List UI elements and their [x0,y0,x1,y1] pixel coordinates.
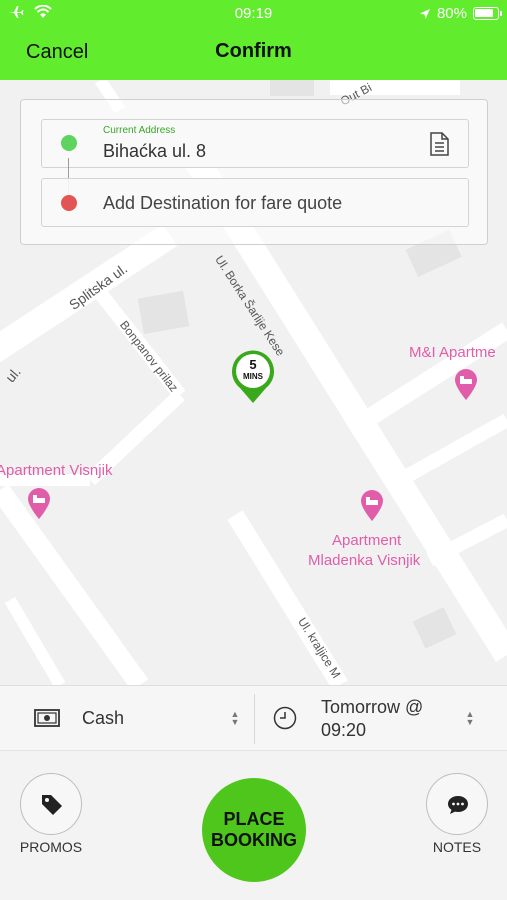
action-area: PROMOS PLACE BOOKING NOTES [0,751,507,900]
promos-button[interactable] [20,773,82,835]
pickup-time[interactable]: Tomorrow @ 09:20 [321,696,451,742]
place-booking-button[interactable]: PLACE BOOKING [202,778,306,882]
document-icon[interactable] [428,132,450,156]
promos-label: PROMOS [19,839,83,855]
header: 09:19 80% Cancel Confirm [0,0,507,80]
pickup-address-row[interactable]: Current Address Bihaćka ul. 8 [41,119,469,168]
tag-icon [42,795,62,815]
eta-marker: 5 MINS [230,348,276,404]
bed-icon[interactable] [359,488,385,522]
poi-label-apartment-visnjik: Apartment Visnjik [0,462,113,479]
pickup-value: Bihaćka ul. 8 [103,141,207,161]
page-title: Confirm [215,40,292,62]
destination-row[interactable]: Add Destination for fare quote [41,178,469,227]
battery-percent: 80% [436,5,467,22]
notes-button[interactable] [426,773,488,835]
location-arrow-icon [419,8,430,19]
place-booking-line1: PLACE [223,809,285,829]
notes-label: NOTES [432,839,482,855]
chat-icon [448,796,468,814]
place-booking-line2: BOOKING [210,830,297,850]
destination-dot [61,195,77,211]
bed-icon[interactable] [26,486,52,520]
divider [254,694,255,744]
pickup-time-line1: Tomorrow @ [321,697,424,717]
battery-icon [473,7,502,20]
payment-chevron-icon[interactable]: ▲ ▼ [230,710,240,728]
pickup-dot [61,135,77,151]
eta-unit: MINS [243,372,263,381]
address-card: Current Address Bihaćka ul. 8 Add Destin… [20,99,488,245]
poi-label-mladenka-visnjik: Mladenka Visnjik [308,552,421,569]
booking-options-bar: Cash ▲ ▼ Tomorrow @ 09:20 ▲ ▼ [0,685,507,751]
destination-placeholder: Add Destination for fare quote [103,193,343,213]
eta-minutes: 5 [249,357,257,372]
poi-label-apartment: Apartment [332,532,402,549]
cash-icon [34,709,60,727]
poi-label-mi-apartme: M&I Apartme [409,344,496,361]
status-bar: 09:19 80% [0,0,507,28]
time-chevron-icon[interactable]: ▲ ▼ [465,710,475,728]
pickup-label: Current Address [103,125,176,136]
nav-bar: Cancel Confirm [0,32,507,72]
payment-method[interactable]: Cash [82,708,124,729]
pickup-time-line2: 09:20 [321,720,367,740]
clock-icon [273,706,297,730]
bed-icon[interactable] [453,367,479,401]
